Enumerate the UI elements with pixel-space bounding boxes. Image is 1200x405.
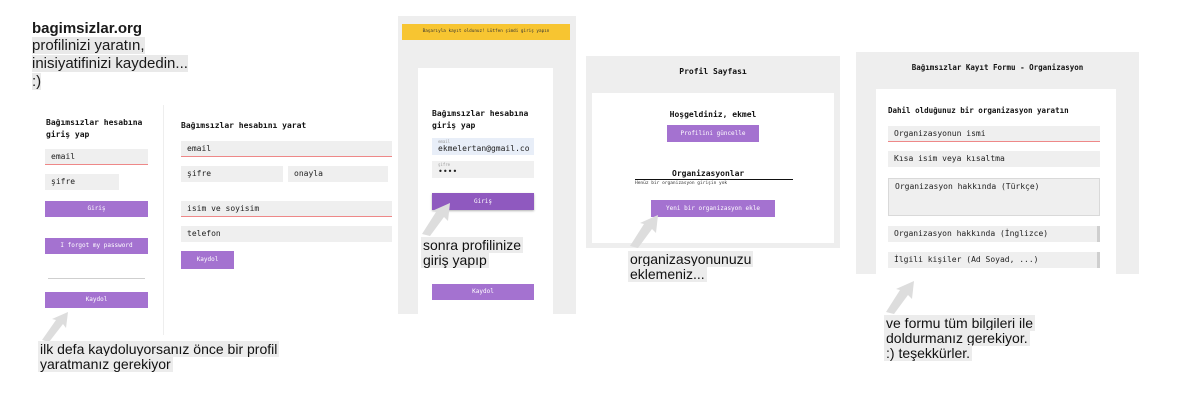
register-button[interactable]: Kaydol [45,292,148,308]
login-button[interactable]: Giriş [45,201,148,217]
full-name-field[interactable]: isim ve soyisim [181,201,392,217]
arrow-up-icon [422,203,450,236]
contacts-textarea[interactable]: İlgili kişiler (Ad Soyad, ...) [888,252,1100,268]
screen-organization-form: Bağımsızlar Kayıt Formu - Organizasyon D… [856,52,1139,274]
intro-line: profilinizi yaratın, [32,37,145,54]
password-value: •••• [438,167,458,176]
phone-field[interactable]: telefon [181,226,392,242]
confirm-password-field[interactable]: onayla [288,166,388,182]
divider [163,105,164,335]
caption-line: eklemeniz... [628,266,707,282]
caption-line: sonra profilinize [421,237,524,253]
brand-title: bagimsizlar.org [32,20,143,37]
short-name-field[interactable]: Kısa isim veya kısaltma [888,151,1100,167]
arrow-up-icon [630,215,658,248]
organization-name-field[interactable]: Organizasyonun ismi [888,126,1100,142]
arrow-up-icon [886,281,914,314]
login-title: Bağımsızlar hesabına giriş yap [46,118,143,139]
password-field-filled[interactable]: şifre •••• [432,161,534,178]
caption-line: :) teşekkürler. [884,345,973,361]
banner-text: Başarıyla kayıt oldunuz! Lütfen şimdi gi… [422,29,550,34]
form-header: Bağımsızlar Kayıt Formu - Organizasyon [911,63,1084,72]
password-field[interactable]: şifre [45,174,119,190]
organizations-underline [635,179,793,180]
profile-header: Profil Sayfası [679,67,747,76]
intro: bagimsizlar.org profilinizi yaratın, ini… [32,20,212,91]
caption-step4: ve formu tüm bilgileri ile doldurmanız g… [884,315,1074,361]
email-value: ekmelertan@gmail.co [438,144,530,153]
caption-step3: organizasyonunuzu eklemeniz... [628,251,788,282]
screen-profile: Profil Sayfası Hoşgeldiniz, ekmel Profil… [586,56,840,248]
update-profile-button[interactable]: Profilini güncelle [667,125,759,142]
caption-line: ilk defa kaydoluyorsanız önce bir profil [38,341,280,357]
caption-step2: sonra profilinize giriş yapıp [421,237,551,268]
create-password-field[interactable]: şifre [181,166,283,182]
forgot-password-button[interactable]: I forgot my password [45,238,148,254]
caption-line: doldurmanız gerekiyor. [884,330,1030,346]
create-email-field[interactable]: email [181,141,392,157]
caption-line: ve formu tüm bilgileri ile [884,315,1036,331]
welcome-text: Hoşgeldiniz, ekmel [669,110,757,119]
email-field-filled[interactable]: email ekmelertan@gmail.co [432,138,534,155]
intro-line: inisiyatifinizi kaydedin... [32,55,188,72]
arrow-up-icon [42,312,68,342]
caption-line: giriş yapıp [421,252,489,268]
organizations-title: Organizasyonlar [672,169,745,178]
screen-login-success: Başarıyla kayıt oldunuz! Lütfen şimdi gi… [398,16,576,314]
divider [48,278,145,279]
create-account-title: Bağımsızlar hesabını yarat [181,121,307,130]
add-organization-button[interactable]: Yeni bir organizasyon ekle [651,200,775,217]
login-card: Bağımsızlar hesabına giriş yap email ekm… [418,68,553,314]
success-banner: Başarıyla kayıt oldunuz! Lütfen şimdi gi… [402,24,570,40]
caption-step1: ilk defa kaydoluyorsanız önce bir profil… [38,341,348,372]
screen-login-register: Bağımsızlar hesabına giriş yap email şif… [32,105,397,335]
login-title: Bağımsızlar hesabına giriş yap [432,109,529,130]
intro-line: :) [32,73,42,90]
form-title: Dahil olduğunuz bir organizasyon yaratın [888,106,1069,115]
about-english-textarea[interactable]: Organizasyon hakkında (İnglizce) [888,226,1100,242]
register-button[interactable]: Kaydol [432,284,534,300]
form-card: Dahil olduğunuz bir organizasyon yaratın… [876,89,1116,274]
caption-line: yaratmanız gerekiyor [38,356,173,372]
email-field[interactable]: email [45,149,148,165]
about-turkish-textarea[interactable]: Organizasyon hakkında (Türkçe) [888,178,1100,216]
caption-line: organizasyonunuzu [628,251,754,267]
create-register-button[interactable]: Kaydol [181,251,234,269]
organizations-empty: Henüz bir organizasyon girişin yok [635,181,728,186]
